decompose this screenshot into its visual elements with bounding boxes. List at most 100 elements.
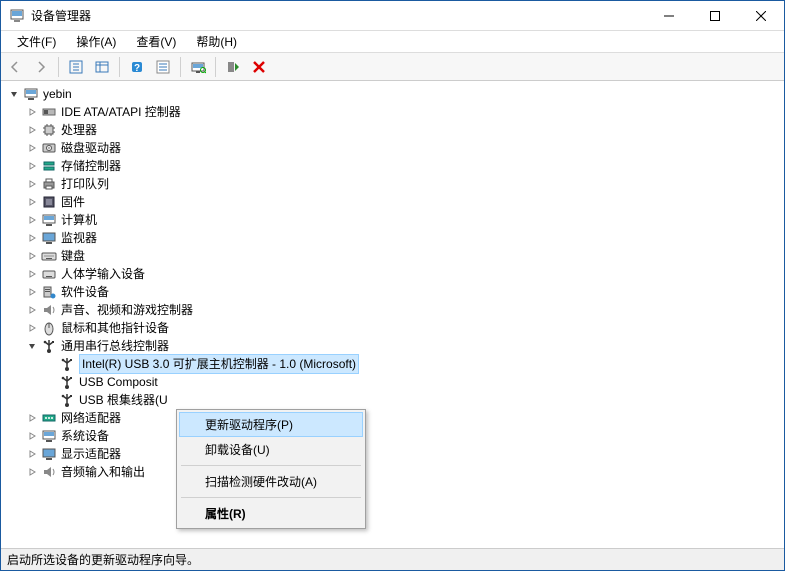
context-menu: 更新驱动程序(P) 卸载设备(U) 扫描检测硬件改动(A) 属性(R) — [176, 409, 366, 529]
collapse-icon[interactable] — [7, 87, 21, 101]
context-menu-uninstall[interactable]: 卸载设备(U) — [179, 437, 363, 462]
tree-category[interactable]: 软件设备 — [7, 283, 784, 301]
expand-icon[interactable] — [25, 429, 39, 443]
scan-hardware-button[interactable] — [186, 56, 210, 78]
tree-category-label: 磁盘驱动器 — [61, 139, 121, 157]
usb-icon — [59, 374, 75, 390]
update-driver-button[interactable] — [221, 56, 245, 78]
keyboard-icon — [41, 248, 57, 264]
uninstall-button[interactable] — [247, 56, 271, 78]
tree-category-label: 存储控制器 — [61, 157, 121, 175]
menu-help[interactable]: 帮助(H) — [186, 31, 247, 52]
device-tree[interactable]: yebin IDE ATA/ATAPI 控制器处理器磁盘驱动器存储控制器打印队列… — [1, 81, 784, 548]
usb-icon — [59, 356, 75, 372]
device-manager-window: 设备管理器 文件(F) 操作(A) 查看(V) 帮助(H) ? — [0, 0, 785, 571]
tree-category[interactable]: 音频输入和输出 — [7, 463, 784, 481]
context-menu-separator — [181, 465, 361, 466]
computer-icon — [41, 212, 57, 228]
expand-icon[interactable] — [25, 123, 39, 137]
tree-category[interactable]: 网络适配器 — [7, 409, 784, 427]
expand-icon[interactable] — [25, 285, 39, 299]
tree-category[interactable]: 人体学输入设备 — [7, 265, 784, 283]
tree-category[interactable]: 鼠标和其他指针设备 — [7, 319, 784, 337]
tree-category[interactable]: 磁盘驱动器 — [7, 139, 784, 157]
toolbar: ? — [1, 53, 784, 81]
expand-icon[interactable] — [25, 105, 39, 119]
expand-icon[interactable] — [25, 447, 39, 461]
tree-category[interactable]: IDE ATA/ATAPI 控制器 — [7, 103, 784, 121]
forward-button[interactable] — [29, 56, 53, 78]
context-menu-separator — [181, 497, 361, 498]
expand-icon[interactable] — [25, 411, 39, 425]
expand-icon[interactable] — [25, 465, 39, 479]
tree-device-item[interactable]: USB Composit — [7, 373, 784, 391]
network-adapter-icon — [41, 410, 57, 426]
help-button[interactable]: ? — [125, 56, 149, 78]
tree-category-label: 网络适配器 — [61, 409, 121, 427]
titlebar: 设备管理器 — [1, 1, 784, 31]
tree-category[interactable]: 固件 — [7, 193, 784, 211]
tree-category[interactable]: 监视器 — [7, 229, 784, 247]
software-device-icon — [41, 284, 57, 300]
menu-action[interactable]: 操作(A) — [66, 31, 126, 52]
menubar: 文件(F) 操作(A) 查看(V) 帮助(H) — [1, 31, 784, 53]
tree-category-label: 声音、视频和游戏控制器 — [61, 301, 193, 319]
svg-text:?: ? — [134, 63, 140, 74]
expand-icon[interactable] — [25, 249, 39, 263]
tree-category-label: 系统设备 — [61, 427, 109, 445]
minimize-button[interactable] — [646, 1, 692, 31]
expand-icon[interactable] — [25, 159, 39, 173]
context-menu-scan[interactable]: 扫描检测硬件改动(A) — [179, 469, 363, 494]
show-hidden-button[interactable] — [64, 56, 88, 78]
tree-category[interactable]: 键盘 — [7, 247, 784, 265]
tree-category-label: IDE ATA/ATAPI 控制器 — [61, 103, 181, 121]
tree-root[interactable]: yebin — [7, 85, 784, 103]
tree-root-label: yebin — [43, 85, 72, 103]
expand-icon[interactable] — [25, 303, 39, 317]
expand-icon[interactable] — [25, 177, 39, 191]
toolbar-separator — [180, 57, 181, 77]
tree-category-label: 鼠标和其他指针设备 — [61, 319, 169, 337]
maximize-button[interactable] — [692, 1, 738, 31]
tree-category[interactable]: 处理器 — [7, 121, 784, 139]
printer-icon — [41, 176, 57, 192]
tree-category[interactable]: 声音、视频和游戏控制器 — [7, 301, 784, 319]
usb-icon — [41, 338, 57, 354]
expand-icon[interactable] — [25, 195, 39, 209]
toolbar-separator — [119, 57, 120, 77]
display-adapter-icon — [41, 446, 57, 462]
tree-device-label: Intel(R) USB 3.0 可扩展主机控制器 - 1.0 (Microso… — [79, 354, 359, 374]
close-button[interactable] — [738, 1, 784, 31]
disk-drive-icon — [41, 140, 57, 156]
expand-icon[interactable] — [25, 321, 39, 335]
computer-icon — [23, 86, 39, 102]
tree-category-label: 固件 — [61, 193, 85, 211]
tree-category-label: 处理器 — [61, 121, 97, 139]
tree-category-label: 键盘 — [61, 247, 85, 265]
tree-category-usb[interactable]: 通用串行总线控制器 — [7, 337, 784, 355]
expand-icon[interactable] — [25, 267, 39, 281]
statusbar: 启动所选设备的更新驱动程序向导。 — [1, 548, 784, 570]
details-button[interactable] — [90, 56, 114, 78]
context-menu-properties[interactable]: 属性(R) — [179, 501, 363, 526]
context-menu-update-driver[interactable]: 更新驱动程序(P) — [179, 412, 363, 437]
collapse-icon[interactable] — [25, 339, 39, 353]
tree-category[interactable]: 系统设备 — [7, 427, 784, 445]
expand-icon[interactable] — [25, 141, 39, 155]
menu-file[interactable]: 文件(F) — [7, 31, 66, 52]
back-button[interactable] — [3, 56, 27, 78]
menu-view[interactable]: 查看(V) — [126, 31, 186, 52]
tree-category-label: 人体学输入设备 — [61, 265, 145, 283]
tree-device-item[interactable]: Intel(R) USB 3.0 可扩展主机控制器 - 1.0 (Microso… — [7, 355, 784, 373]
expand-icon[interactable] — [25, 213, 39, 227]
status-text: 启动所选设备的更新驱动程序向导。 — [7, 551, 199, 568]
tree-category[interactable]: 计算机 — [7, 211, 784, 229]
tree-category-label: 音频输入和输出 — [61, 463, 145, 481]
tree-category[interactable]: 显示适配器 — [7, 445, 784, 463]
expand-icon[interactable] — [25, 231, 39, 245]
tree-device-label: USB Composit — [79, 373, 158, 391]
tree-device-item[interactable]: USB 根集线器(U — [7, 391, 784, 409]
tree-category[interactable]: 存储控制器 — [7, 157, 784, 175]
properties-button[interactable] — [151, 56, 175, 78]
tree-category[interactable]: 打印队列 — [7, 175, 784, 193]
